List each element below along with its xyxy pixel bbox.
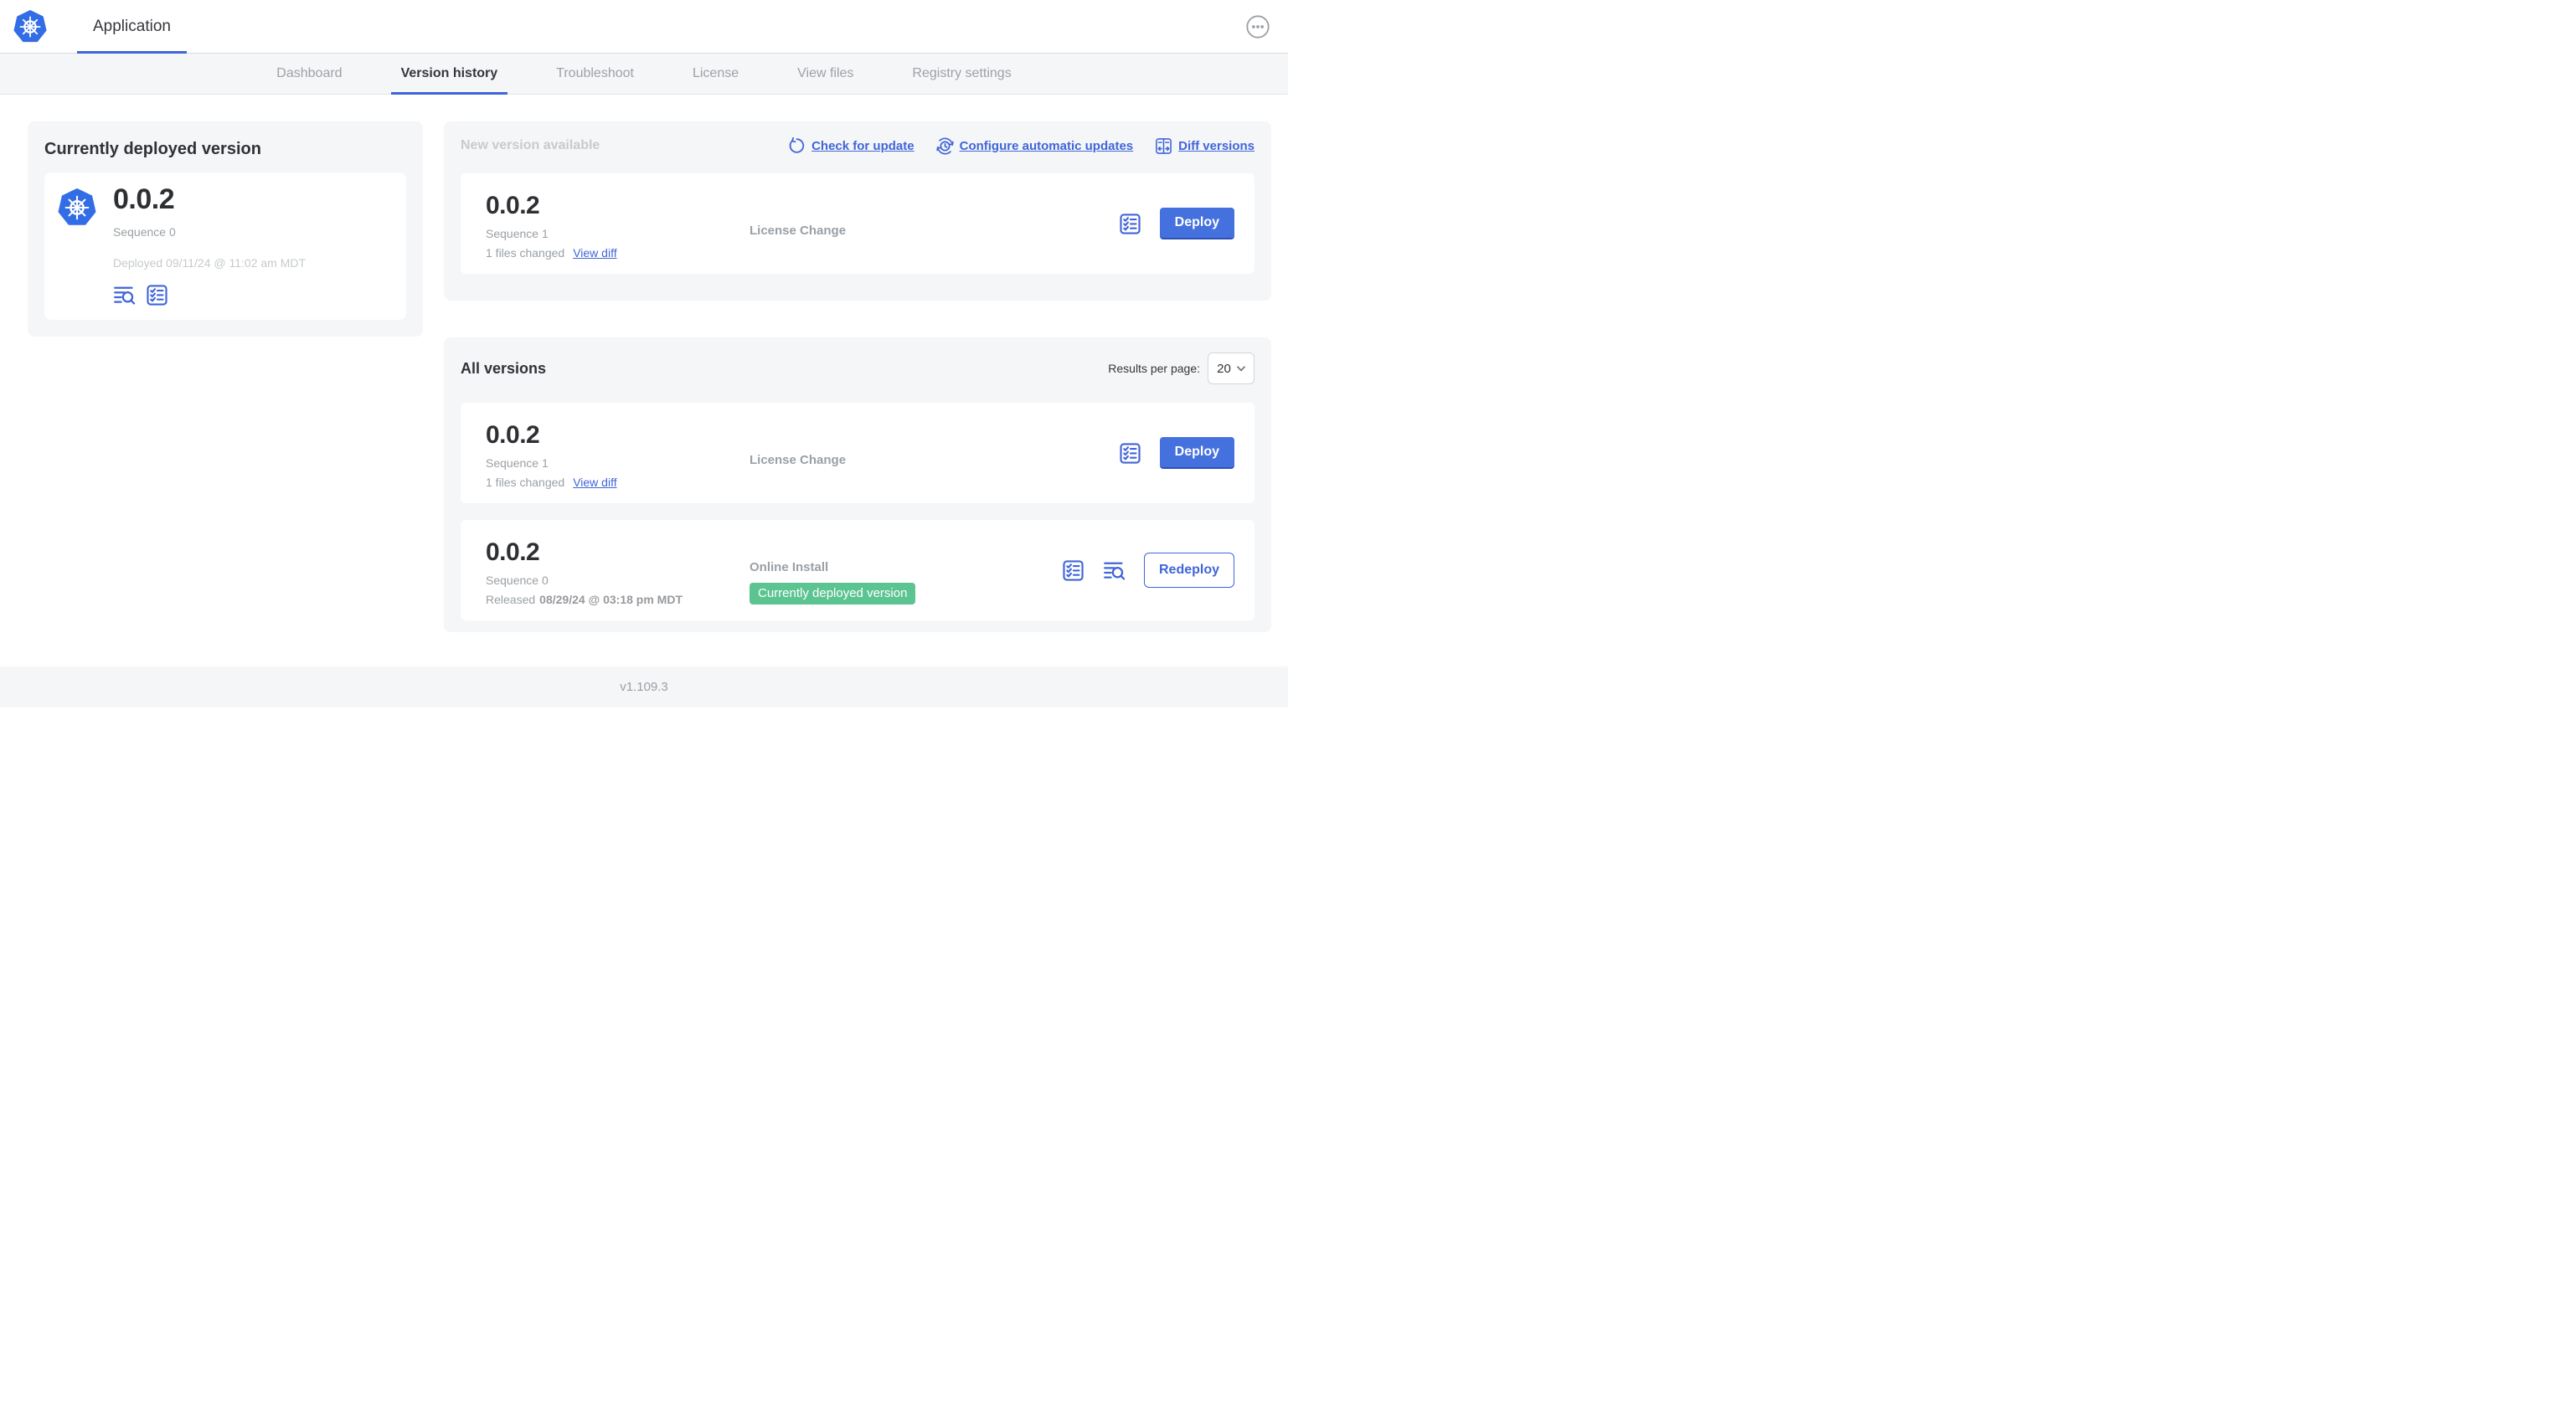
diff-icon [1156, 137, 1172, 154]
checklist-icon [1120, 442, 1141, 464]
sequence-label: Sequence 0 [486, 574, 549, 587]
version-actions: Redeploy [1062, 540, 1234, 600]
deployed-version-label: 0.0.2 [113, 183, 175, 215]
currently-deployed-card: Currently deployed version 0.0.2 Sequenc… [28, 121, 423, 337]
app-nav-tabs: Dashboard Version history Troubleshoot L… [0, 54, 1288, 95]
released-label: Released [486, 593, 536, 606]
tab-troubleshoot[interactable]: Troubleshoot [556, 54, 634, 94]
deployed-timestamp: Deployed 09/11/24 @ 11:02 am MDT [113, 256, 307, 270]
app-header: Application [0, 0, 1288, 54]
preflight-checks-button[interactable] [1119, 213, 1141, 235]
configure-automatic-updates-link[interactable]: Configure automatic updates [935, 136, 1133, 155]
currently-deployed-title: Currently deployed version [44, 140, 261, 158]
files-changed-label: 1 files changed [486, 246, 565, 260]
console-version: v1.109.3 [620, 680, 668, 694]
released-timestamp: 08/29/24 @ 03:18 pm MDT [539, 593, 683, 606]
chevron-down-icon [1236, 365, 1245, 371]
deploy-logs-icon [1104, 562, 1126, 580]
version-info: 0.0.2 Sequence 0 Released 08/29/24 @ 03:1… [486, 538, 750, 607]
all-versions-card: All versions Results per page: 20 0.0.2 … [444, 337, 1271, 632]
source-label: License Change [750, 453, 847, 467]
view-deploy-logs-button[interactable] [113, 284, 136, 306]
active-app-underline [77, 51, 187, 54]
files-changed-row: 1 files changed View diff [486, 246, 750, 260]
files-changed-label: 1 files changed [486, 476, 565, 489]
version-label: 0.0.2 [486, 421, 540, 449]
version-history-page: Currently deployed version 0.0.2 Sequenc… [0, 95, 1288, 666]
refresh-icon [789, 136, 805, 153]
version-actions: Deploy [1119, 193, 1234, 254]
new-version-title: New version available [461, 138, 600, 152]
version-source: License Change [750, 423, 1119, 483]
console-footer: v1.109.3 [0, 666, 1288, 708]
all-versions-title: All versions [461, 359, 547, 377]
results-per-page-label: Results per page: [1108, 362, 1200, 375]
tab-registry-settings[interactable]: Registry settings [912, 54, 1011, 94]
source-label: License Change [750, 224, 847, 238]
version-label: 0.0.2 [486, 192, 540, 219]
preflight-checks-button[interactable] [146, 284, 168, 306]
version-source: Online Install Currently deployed versio… [750, 540, 1062, 605]
preflight-checks-button[interactable] [1062, 559, 1084, 582]
sequence-label: Sequence 1 [486, 227, 549, 240]
ellipsis-icon [1246, 14, 1270, 39]
tab-view-files[interactable]: View files [797, 54, 853, 94]
view-diff-link[interactable]: View diff [573, 476, 616, 489]
results-per-page: Results per page: 20 [1108, 352, 1255, 384]
released-row: Released 08/29/24 @ 03:18 pm MDT [486, 593, 750, 606]
active-tab-underline [390, 92, 508, 95]
kubernetes-logo-icon [13, 8, 47, 45]
deploy-logs-icon [114, 286, 136, 305]
deploy-button[interactable]: Deploy [1159, 437, 1234, 469]
deploy-button[interactable]: Deploy [1159, 208, 1234, 239]
diff-versions-link[interactable]: Diff versions [1155, 137, 1255, 155]
sequence-label: Sequence 1 [486, 456, 549, 470]
app-title: Application [93, 17, 171, 35]
version-source: License Change [750, 193, 1119, 254]
overflow-menu-button[interactable] [1246, 14, 1270, 39]
version-label: 0.0.2 [486, 538, 540, 566]
preflight-checks-button[interactable] [1119, 442, 1141, 465]
results-per-page-select[interactable]: 20 [1208, 352, 1255, 384]
currently-deployed-details: 0.0.2 Sequence 0 Deployed 09/11/24 @ 11:… [113, 185, 306, 306]
tab-license[interactable]: License [693, 54, 739, 94]
view-deploy-logs-button[interactable] [1103, 559, 1126, 582]
new-version-available-card: New version available Check for update C… [444, 121, 1271, 301]
currently-deployed-version-card: 0.0.2 Sequence 0 Deployed 09/11/24 @ 11:… [44, 172, 406, 320]
version-info: 0.0.2 Sequence 1 1 files changed View di… [486, 421, 750, 490]
update-actions: Check for update Configure automatic upd… [788, 136, 1255, 155]
kots-admin-console: Application Dashboard Version history Tr… [0, 0, 1288, 708]
files-changed-row: 1 files changed View diff [486, 476, 750, 489]
checklist-icon [147, 285, 167, 306]
deployed-version-actions [113, 284, 306, 306]
view-diff-link[interactable]: View diff [573, 246, 616, 260]
new-version-row: 0.0.2 Sequence 1 1 files changed View di… [461, 173, 1255, 274]
currently-deployed-badge: Currently deployed version [750, 583, 916, 605]
version-history-column: New version available Check for update C… [444, 121, 1271, 632]
version-actions: Deploy [1119, 423, 1234, 483]
schedule-update-icon [935, 136, 954, 155]
checklist-icon [1120, 213, 1141, 234]
all-versions-header: All versions Results per page: 20 [461, 352, 1255, 384]
version-row: 0.0.2 Sequence 0 Released 08/29/24 @ 03:1… [461, 520, 1255, 620]
checklist-icon [1063, 559, 1084, 581]
kubernetes-app-icon [58, 188, 96, 226]
tab-version-history[interactable]: Version history [390, 54, 508, 95]
application-tab[interactable]: Application [77, 0, 187, 54]
check-for-update-link[interactable]: Check for update [788, 136, 914, 155]
deployed-sequence-label: Sequence 0 [113, 225, 176, 239]
source-label: Online Install [750, 560, 829, 574]
tab-dashboard[interactable]: Dashboard [276, 54, 342, 94]
version-info: 0.0.2 Sequence 1 1 files changed View di… [486, 192, 750, 260]
version-row: 0.0.2 Sequence 1 1 files changed View di… [461, 403, 1255, 503]
redeploy-button[interactable]: Redeploy [1143, 553, 1234, 588]
new-version-header: New version available Check for update C… [461, 135, 1255, 157]
